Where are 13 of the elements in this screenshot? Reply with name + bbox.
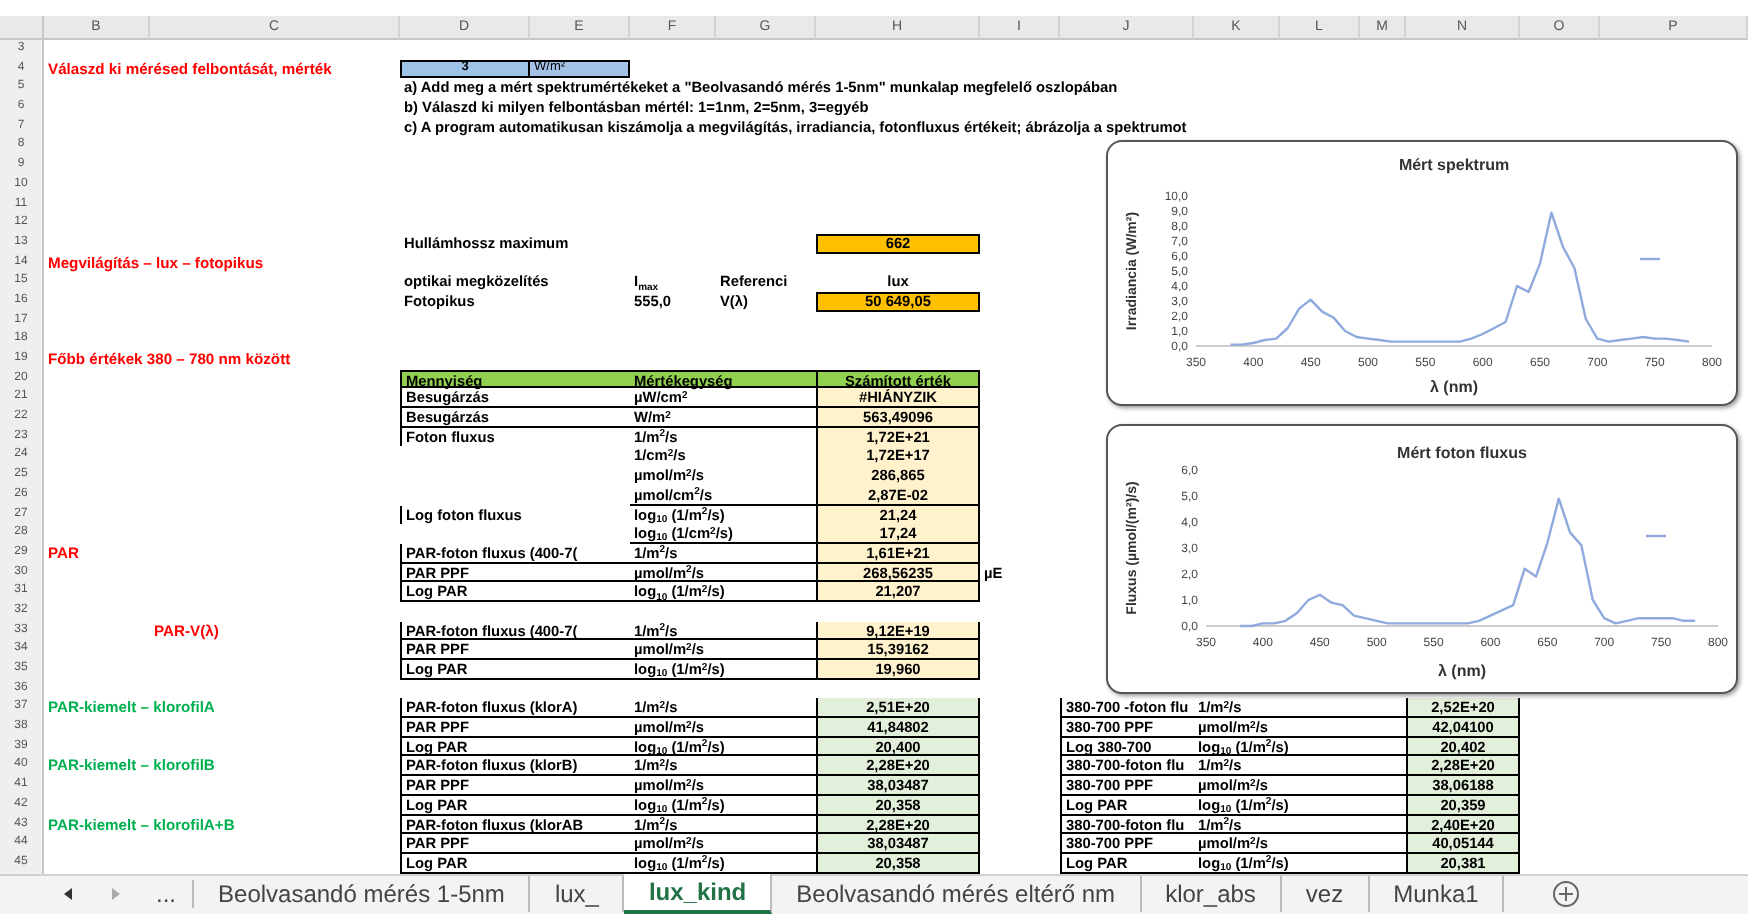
sheet-tab[interactable]: klor_abs	[1141, 876, 1282, 913]
axis-label: λ (nm)	[1430, 378, 1478, 396]
sheet-tab[interactable]: Beolvasandó mérés 1-5nm	[194, 876, 531, 913]
sheet-tab[interactable]: Beolvasandó mérés eltérő nm	[772, 876, 1142, 913]
axis-label: λ (nm)	[1438, 662, 1486, 680]
more-tabs-button[interactable]: ...	[140, 880, 195, 909]
add-sheet-icon[interactable]	[1552, 880, 1581, 909]
sheet-tab[interactable]: lux_kind	[624, 874, 773, 914]
sheet-tab[interactable]: Munka1	[1369, 876, 1505, 913]
chart-title: Mért foton fluxus	[1397, 444, 1527, 462]
chart-title: Mért spektrum	[1398, 156, 1510, 174]
sheet-tab[interactable]: vez	[1281, 876, 1370, 913]
scroll-left-icon[interactable]	[60, 886, 76, 903]
